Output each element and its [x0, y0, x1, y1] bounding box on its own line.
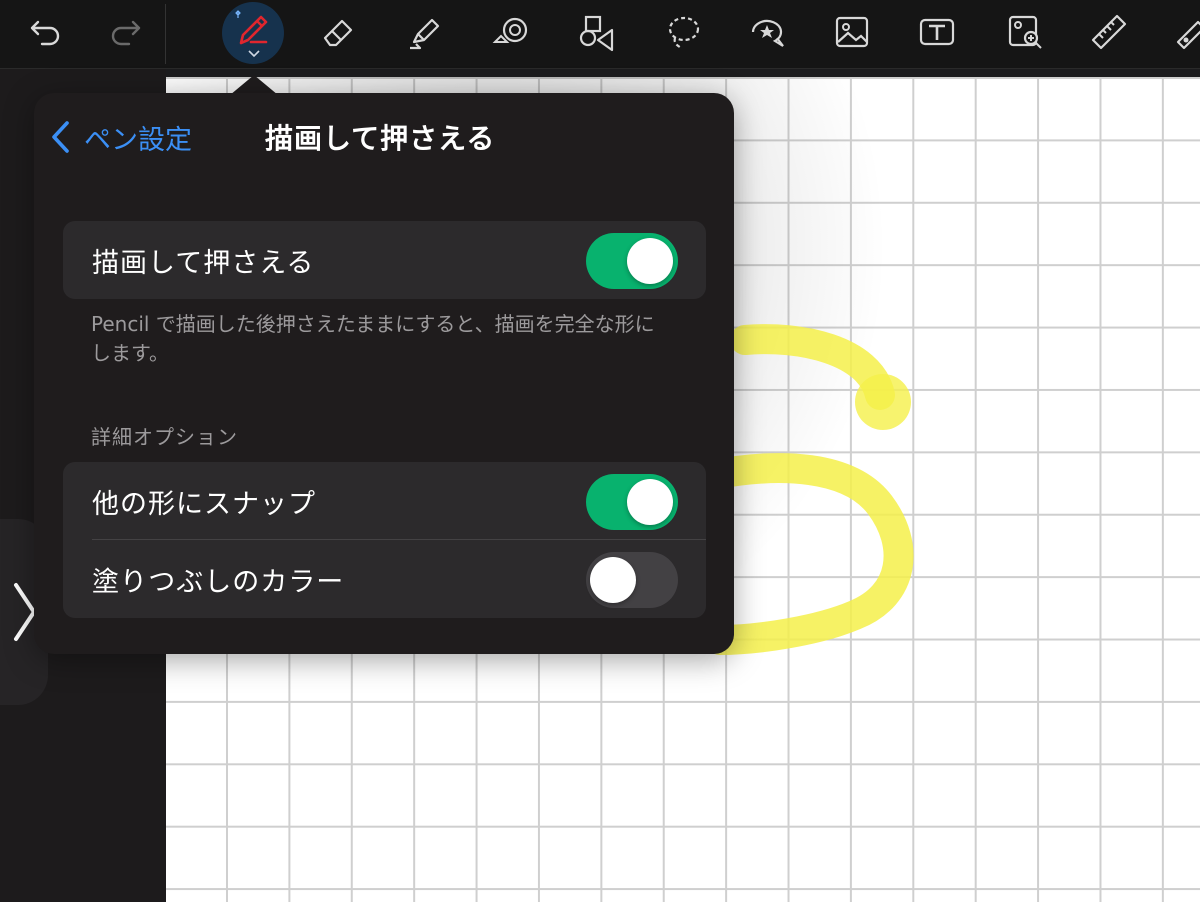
- image-search-icon: [1008, 15, 1042, 49]
- main-toggle-row[interactable]: 描画して押さえる: [63, 221, 706, 299]
- toolbar: [0, 0, 1200, 69]
- draw-and-hold-toggle[interactable]: [586, 233, 678, 289]
- toggle-knob: [627, 238, 673, 284]
- popover-title: 描画して押さえる: [265, 122, 496, 155]
- highlighter-button[interactable]: [402, 10, 446, 54]
- popover-arrow: [230, 75, 278, 95]
- shapes-button[interactable]: [574, 10, 618, 54]
- undo-icon: [30, 20, 60, 46]
- lasso-icon: [668, 16, 700, 49]
- main-toggle-group: 描画して押さえる: [63, 221, 706, 299]
- snap-to-shape-toggle[interactable]: [586, 474, 678, 530]
- main-toggle-description: Pencil で描画した後押さえたままにすると、描画を完全な形にします。: [91, 312, 655, 365]
- highlighter-icon: [410, 18, 440, 50]
- snap-to-shape-label: 他の形にスナップ: [92, 488, 316, 520]
- chevron-left-icon: [52, 121, 69, 153]
- settings-popover: ペン設定 描画して押さえる 描画して押さえる Pencil で描画した後押さえた…: [34, 93, 734, 654]
- redo-icon: [111, 20, 141, 46]
- image-button[interactable]: [830, 10, 874, 54]
- advanced-options-header: 詳細オプション: [91, 425, 238, 449]
- text-box-button[interactable]: [915, 10, 959, 54]
- shapes-icon: [579, 15, 614, 52]
- back-button-label: ペン設定: [84, 124, 192, 156]
- toggle-knob: [627, 479, 673, 525]
- back-button[interactable]: ペン設定: [50, 119, 192, 156]
- ruler-icon: [1091, 14, 1127, 50]
- undo-button[interactable]: [24, 10, 68, 54]
- shape-fill-button[interactable]: [489, 10, 533, 54]
- fill-color-label: 塗りつぶしのカラー: [92, 566, 345, 598]
- eraser-button[interactable]: [316, 10, 360, 54]
- image-search-button[interactable]: [1003, 10, 1047, 54]
- advanced-options-group: 他の形にスナップ 塗りつぶしのカラー: [63, 462, 706, 618]
- sticker-icon: [751, 19, 784, 47]
- fill-color-row[interactable]: 塗りつぶしのカラー: [63, 540, 706, 618]
- ruler-button[interactable]: [1087, 10, 1131, 54]
- redo-button[interactable]: [103, 10, 147, 54]
- toggle-knob: [590, 557, 636, 603]
- popover-header: ペン設定 描画して押さえる: [34, 93, 734, 183]
- image-icon: [835, 16, 869, 48]
- eraser-icon: [323, 19, 353, 47]
- laser-pointer-button[interactable]: [1170, 10, 1200, 54]
- toolbar-divider: [165, 4, 166, 64]
- main-toggle-label: 描画して押さえる: [92, 247, 315, 279]
- laser-pointer-icon: [1176, 20, 1200, 50]
- lasso-button[interactable]: [661, 10, 705, 54]
- pen-icon: [235, 10, 268, 45]
- snap-to-shape-row[interactable]: 他の形にスナップ: [63, 462, 706, 540]
- text-box-icon: [919, 18, 955, 46]
- fill-color-toggle[interactable]: [586, 552, 678, 608]
- chevron-down-icon: [248, 50, 260, 58]
- shape-fill-icon: [492, 17, 528, 43]
- sticker-button[interactable]: [745, 10, 789, 54]
